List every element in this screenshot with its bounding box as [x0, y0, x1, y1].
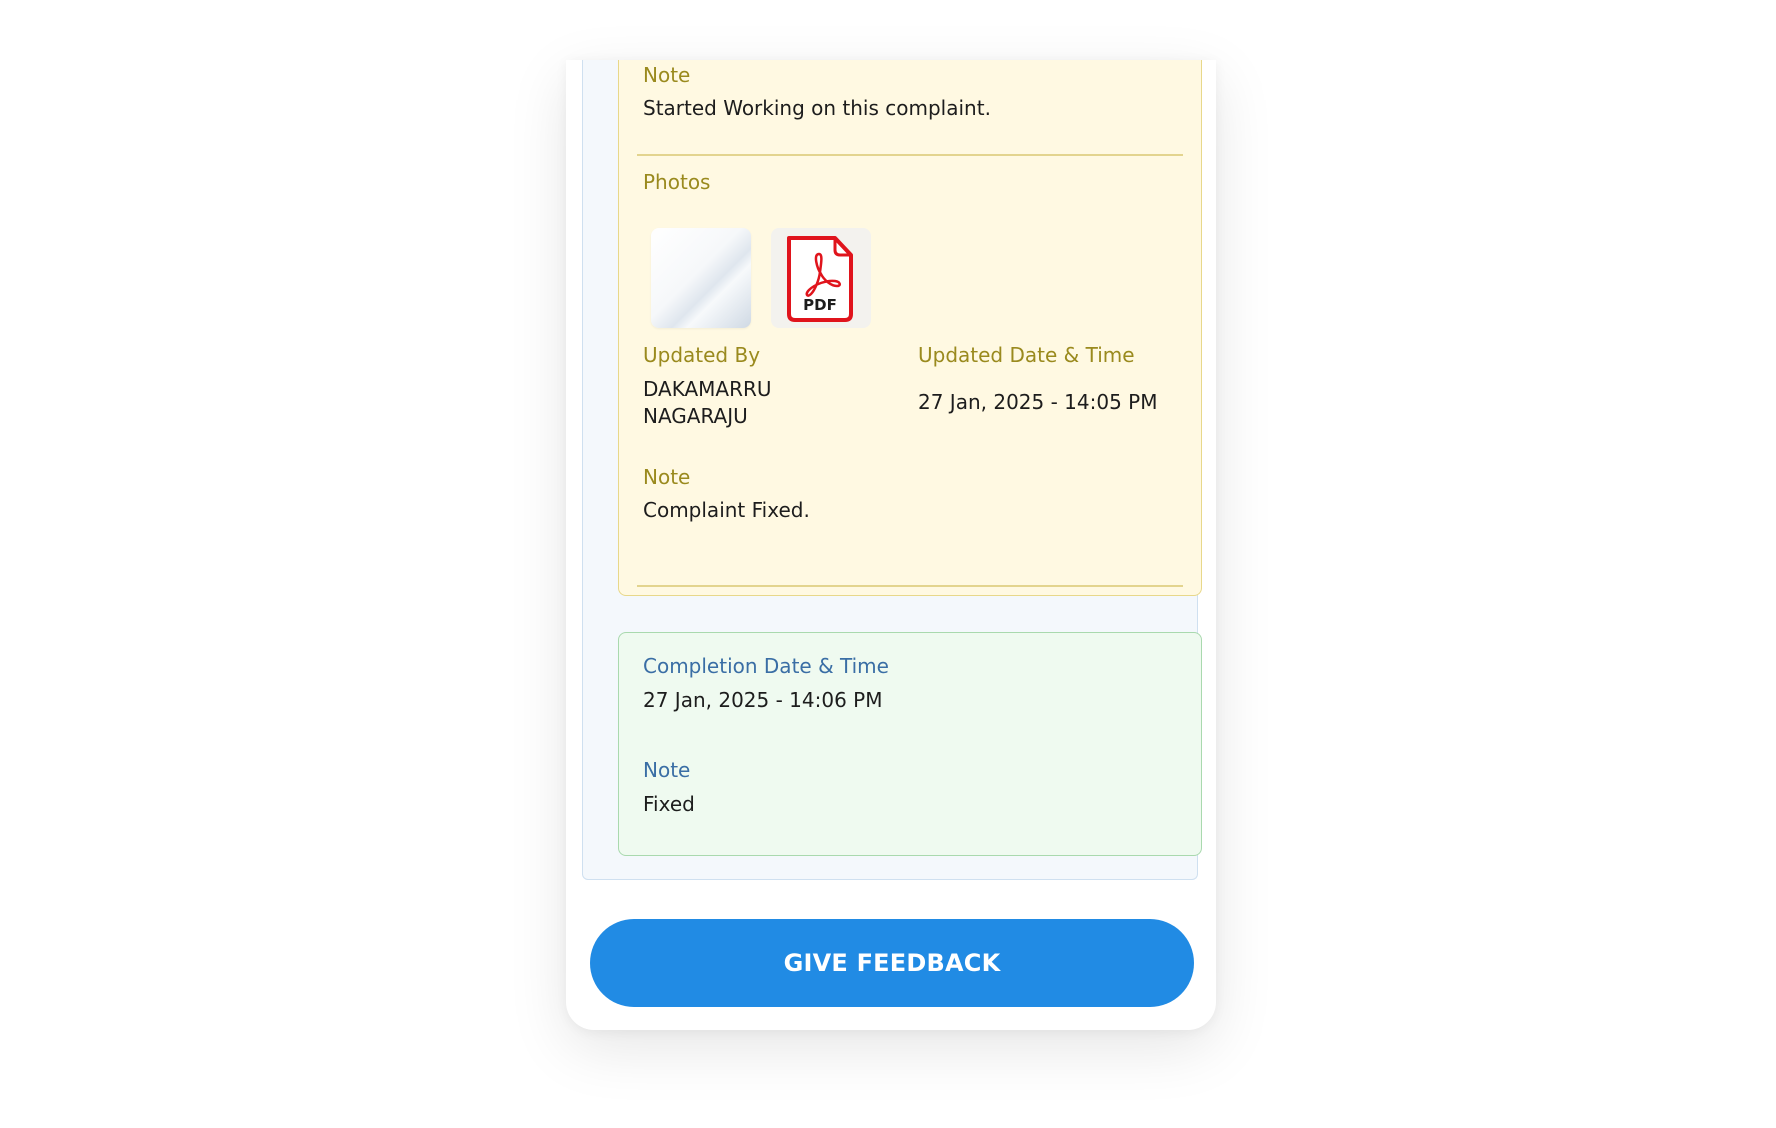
updated-by-label: Updated By [643, 343, 761, 367]
photo-thumbnail[interactable] [651, 228, 751, 328]
note-label: Note [643, 465, 691, 489]
status-history-panel: Note Started Working on this complaint. … [582, 60, 1202, 880]
updated-by-name-line2: NAGARAJU [643, 404, 748, 428]
completion-note-label: Note [643, 758, 691, 782]
pdf-badge: PDF [803, 296, 837, 314]
photos-label: Photos [643, 170, 711, 194]
completion-datetime-label: Completion Date & Time [643, 654, 889, 678]
pdf-attachment[interactable]: PDF [771, 228, 871, 328]
updated-datetime-value: 27 Jan, 2025 - 14:05 PM [918, 390, 1158, 414]
updated-datetime-label: Updated Date & Time [918, 343, 1135, 367]
pdf-file-icon: PDF [787, 236, 853, 322]
note-label: Note [643, 63, 691, 87]
complaint-detail-card: Note Started Working on this complaint. … [566, 60, 1216, 1030]
divider [637, 585, 1183, 587]
divider [637, 154, 1183, 156]
completion-note-value: Fixed [643, 792, 695, 816]
completion-panel: Completion Date & Time 27 Jan, 2025 - 14… [618, 632, 1202, 856]
updated-by-name-line1: DAKAMARRU [643, 377, 772, 401]
completion-datetime-value: 27 Jan, 2025 - 14:06 PM [643, 688, 883, 712]
note-value: Complaint Fixed. [643, 498, 810, 522]
note-value: Started Working on this complaint. [643, 96, 991, 120]
give-feedback-button[interactable]: GIVE FEEDBACK [590, 919, 1194, 1007]
update-entry-panel: Note Started Working on this complaint. … [618, 60, 1202, 596]
